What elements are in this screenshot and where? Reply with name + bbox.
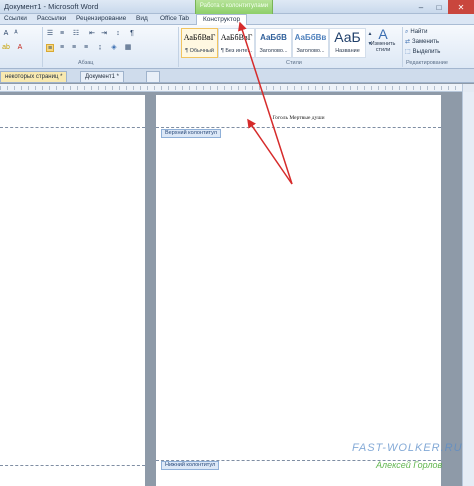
tab-office-tab[interactable]: Office Tab bbox=[160, 15, 189, 22]
replace-icon: ⇄ bbox=[405, 39, 411, 45]
select-button[interactable]: ⬚ Выделить bbox=[405, 47, 473, 57]
tab-design[interactable]: Конструктор bbox=[196, 14, 248, 25]
page-previous[interactable] bbox=[0, 95, 145, 486]
ruler-ticks bbox=[0, 86, 474, 90]
style-sample: АаБбВв bbox=[294, 33, 327, 42]
select-label: Выделить bbox=[412, 49, 441, 55]
replace-button[interactable]: ⇄ Заменить bbox=[405, 37, 473, 47]
new-tab-button[interactable] bbox=[146, 71, 160, 82]
group-separator bbox=[178, 27, 179, 67]
style-sample: АаБ bbox=[334, 29, 361, 45]
window-controls: – □ ✕ bbox=[412, 0, 474, 14]
change-styles-label: Изменить стили bbox=[370, 41, 396, 53]
increase-indent-icon[interactable]: ⇥ bbox=[100, 30, 108, 38]
bullets-icon[interactable]: ☰ bbox=[46, 30, 54, 38]
style-normal[interactable]: АаБбВвГ ¶ Обычный bbox=[181, 28, 218, 58]
header-footer-tools-context: Работа с колонтитулами bbox=[195, 0, 273, 14]
clear-format-icon[interactable]: ᴬ bbox=[12, 30, 20, 38]
sort-icon[interactable]: ↕ bbox=[114, 30, 122, 38]
change-styles-button[interactable]: A Изменить стили bbox=[368, 27, 398, 59]
tab-view[interactable]: Вид bbox=[136, 15, 148, 22]
style-name: ¶ Без инте... bbox=[220, 48, 253, 54]
style-no-spacing[interactable]: АаБбВвГ ¶ Без инте... bbox=[218, 28, 255, 58]
footer-boundary bbox=[0, 465, 145, 466]
watermark-site: FAST-WOLKER.RU bbox=[352, 442, 463, 454]
tab-references[interactable]: Ссылки bbox=[4, 15, 27, 22]
find-button[interactable]: ⌕ Найти bbox=[405, 27, 473, 37]
tab-review[interactable]: Рецензирование bbox=[76, 15, 126, 22]
group-label-styles: Стили bbox=[286, 60, 302, 66]
select-icon: ⬚ bbox=[405, 49, 411, 55]
borders-icon[interactable]: ▦ bbox=[124, 44, 132, 52]
style-name: ¶ Обычный bbox=[185, 48, 214, 54]
style-sample: АаБбВ bbox=[260, 33, 287, 42]
tab-mailings[interactable]: Рассылки bbox=[37, 15, 66, 22]
style-heading-2[interactable]: АаБбВв Заголово... bbox=[292, 28, 329, 58]
style-heading-1[interactable]: АаБбВ Заголово... bbox=[255, 28, 292, 58]
font-color-icon[interactable]: A bbox=[16, 44, 24, 52]
minimize-button[interactable]: – bbox=[412, 0, 430, 14]
numbering-icon[interactable]: ≡ bbox=[58, 30, 66, 38]
group-separator bbox=[402, 27, 403, 67]
line-spacing-icon[interactable]: ↨ bbox=[96, 44, 104, 52]
align-right-icon[interactable]: ≡ bbox=[70, 44, 78, 52]
pilcrow-icon[interactable]: ¶ bbox=[128, 30, 136, 38]
style-name: Название bbox=[335, 48, 360, 54]
change-styles-icon: A bbox=[378, 26, 388, 42]
group-separator bbox=[42, 27, 43, 67]
editing-group: ⌕ Найти ⇄ Заменить ⬚ Выделить bbox=[405, 27, 473, 57]
decrease-indent-icon[interactable]: ⇤ bbox=[88, 30, 96, 38]
style-sample: АаБбВвГ bbox=[220, 33, 253, 42]
group-label-editing: Редактирование bbox=[406, 60, 448, 66]
binoculars-icon: ⌕ bbox=[405, 29, 409, 35]
document-tabs: некоторых страниц * Документ1 * bbox=[0, 69, 474, 83]
replace-label: Заменить bbox=[412, 39, 439, 45]
group-label-paragraph: Абзац bbox=[78, 60, 94, 66]
doc-tab-document1[interactable]: Документ1 * bbox=[80, 71, 124, 82]
justify-icon[interactable]: ≡ bbox=[82, 44, 90, 52]
header-boundary bbox=[156, 127, 441, 128]
horizontal-ruler[interactable] bbox=[0, 84, 474, 92]
maximize-button[interactable]: □ bbox=[430, 0, 448, 14]
header-text[interactable]: Гоголь Мертвые души bbox=[156, 115, 441, 121]
ribbon-tabs: Ссылки Рассылки Рецензирование Вид Offic… bbox=[0, 14, 474, 25]
find-label: Найти bbox=[410, 29, 428, 35]
page-current[interactable]: Гоголь Мертвые души Верхний колонтитул Н… bbox=[156, 95, 441, 486]
header-label: Верхний колонтитул bbox=[161, 129, 221, 138]
style-name: Заголово... bbox=[296, 48, 325, 54]
watermark-author: Алексей Горлов bbox=[376, 460, 443, 470]
vertical-scrollbar[interactable] bbox=[462, 92, 474, 486]
align-center-icon[interactable]: ≡ bbox=[58, 44, 66, 52]
shading-icon[interactable]: ◈ bbox=[110, 44, 118, 52]
window-title: Документ1 - Microsoft Word bbox=[4, 2, 99, 11]
ruler-toggle[interactable] bbox=[462, 84, 474, 92]
font-size-icon[interactable]: A bbox=[2, 30, 10, 38]
footer-label: Нижний колонтитул bbox=[161, 461, 220, 470]
style-title[interactable]: АаБ Название bbox=[329, 28, 366, 58]
style-name: Заголово... bbox=[259, 48, 288, 54]
close-button[interactable]: ✕ bbox=[448, 0, 474, 14]
doc-tab-first[interactable]: некоторых страниц * bbox=[0, 71, 68, 82]
highlight-icon[interactable]: ab bbox=[2, 44, 10, 52]
ribbon: A ᴬ ab A ☰ ≡ ☷ ⇤ ⇥ ↕ ¶ ≡ ≡ ≡ ≡ ↨ ◈ ▦ Абз… bbox=[0, 25, 474, 69]
style-sample: АаБбВвГ bbox=[183, 33, 216, 42]
multilevel-list-icon[interactable]: ☷ bbox=[72, 30, 80, 38]
align-left-icon[interactable]: ≡ bbox=[46, 44, 54, 52]
header-boundary bbox=[0, 127, 145, 128]
